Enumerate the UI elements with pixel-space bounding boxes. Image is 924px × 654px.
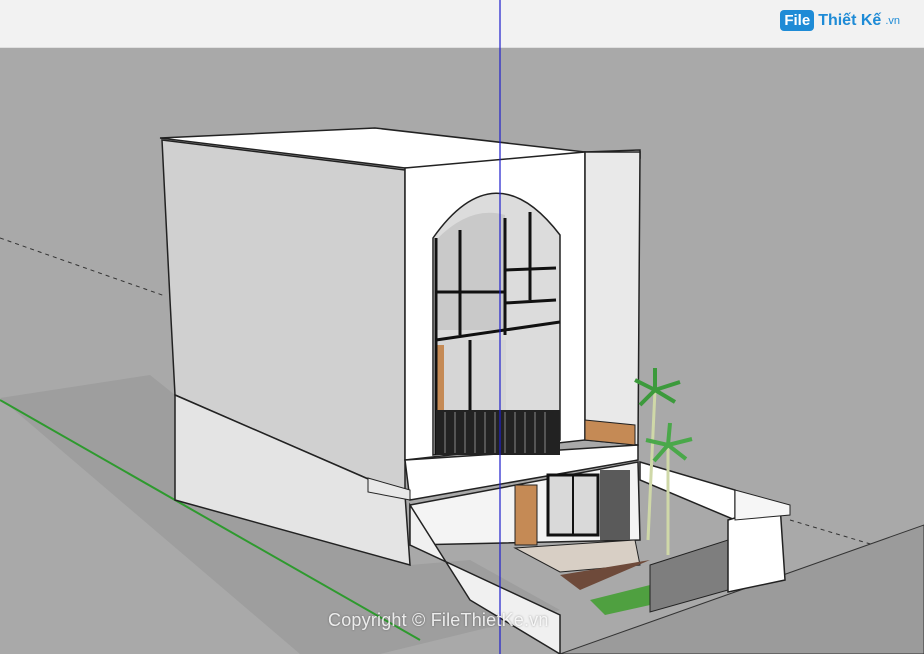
model-canvas[interactable]: [0, 0, 924, 654]
balcony-recess: [584, 151, 641, 446]
balcony-floor: [584, 419, 636, 446]
slatted-screen: [600, 470, 630, 540]
logo-badge: File: [780, 10, 815, 31]
site-logo: File Thiết Kế .vn: [780, 10, 900, 31]
sketchup-viewport[interactable]: File Thiết Kế .vn Copyright © FileThietK…: [0, 0, 924, 654]
logo-name: Thiết Kế: [818, 11, 882, 29]
logo-tld: .vn: [885, 14, 900, 27]
entry-door: [514, 484, 538, 546]
copyright-watermark: Copyright © FileThietKe.vn: [328, 610, 549, 630]
